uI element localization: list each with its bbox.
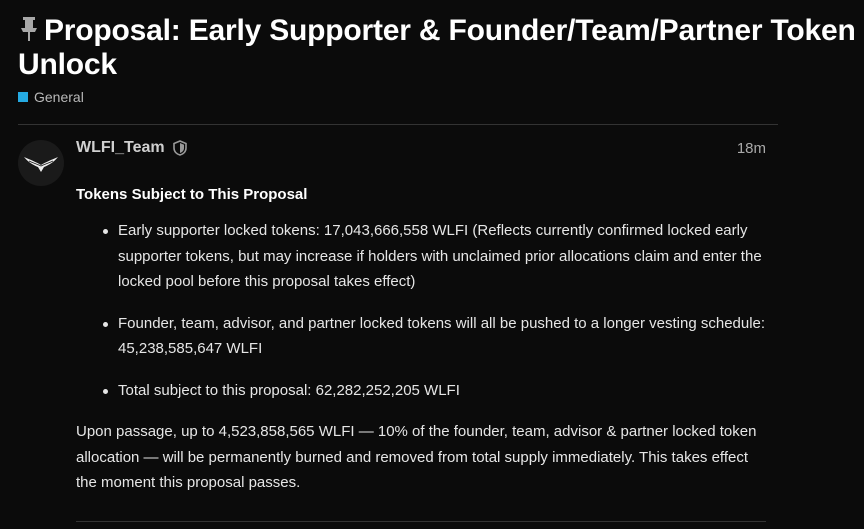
author-username[interactable]: WLFI_Team	[76, 139, 165, 157]
eagle-logo-icon	[24, 157, 58, 172]
topic-title[interactable]: Proposal: Early Supporter & Founder/Team…	[18, 14, 864, 82]
post-paragraph: Upon passage, up to 4,523,858,565 WLFI —…	[76, 423, 757, 491]
list-item: Founder, team, advisor, and partner lock…	[103, 311, 766, 362]
section-heading: Tokens Subject to This Proposal	[76, 186, 308, 203]
topic-header: Proposal: Early Supporter & Founder/Team…	[18, 14, 864, 105]
list-item: Total subject to this proposal: 62,282,2…	[103, 378, 766, 404]
post-divider	[76, 521, 766, 522]
list-item: Early supporter locked tokens: 17,043,66…	[103, 218, 766, 295]
pin-icon	[18, 16, 40, 42]
post-meta: WLFI_Team 18m	[76, 139, 766, 157]
bullet-list: Early supporter locked tokens: 17,043,66…	[76, 218, 766, 403]
topic-title-text: Proposal: Early Supporter & Founder/Team…	[18, 14, 856, 81]
category-color-swatch	[18, 92, 28, 102]
post-body: Tokens Subject to This Proposal Early su…	[76, 184, 766, 496]
post-timestamp[interactable]: 18m	[737, 140, 766, 157]
avatar[interactable]	[18, 140, 64, 186]
shield-icon	[172, 140, 187, 156]
category-badge[interactable]: General	[18, 89, 864, 105]
category-name: General	[34, 89, 84, 105]
topic-divider	[18, 124, 778, 125]
